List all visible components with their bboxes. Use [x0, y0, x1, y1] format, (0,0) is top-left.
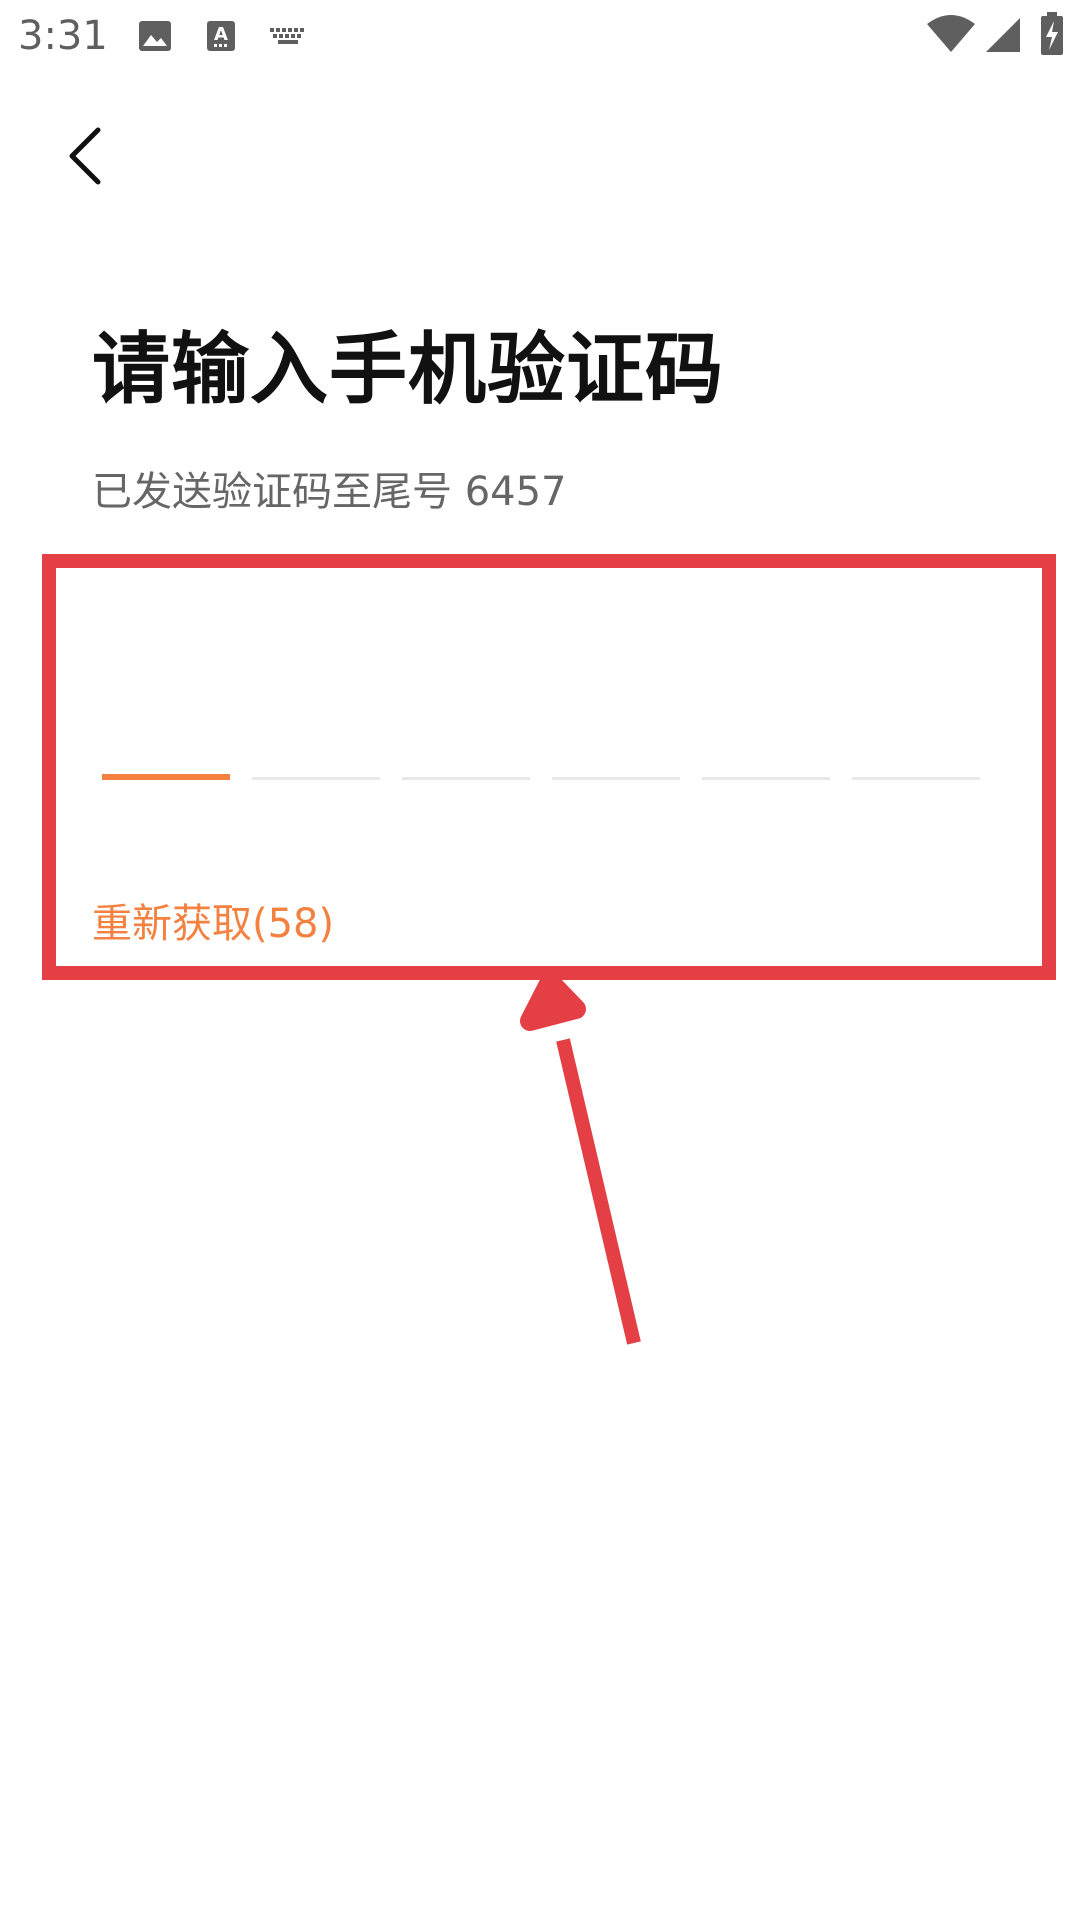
wifi-icon	[926, 14, 976, 58]
resend-code-button[interactable]: 重新获取(58)	[92, 898, 334, 950]
battery-charging-icon	[1040, 12, 1064, 60]
code-digit-underline	[102, 774, 230, 780]
keyboard-icon	[268, 26, 308, 50]
annotation-arrow	[520, 972, 641, 1345]
cell-signal-icon	[986, 16, 1022, 58]
image-icon	[138, 20, 172, 56]
code-digit-underline	[852, 777, 980, 780]
verification-screen: 3:31 A 请输入手机验证码 已发送验证码至尾号 6457 重新获取(58)	[0, 0, 1080, 1920]
code-digit-3[interactable]	[402, 700, 530, 780]
status-time: 3:31	[18, 13, 108, 59]
code-digit-2[interactable]	[252, 700, 380, 780]
page-title: 请输入手机验证码	[92, 325, 725, 415]
code-digit-underline	[252, 777, 380, 780]
code-digit-5[interactable]	[702, 700, 830, 780]
code-digit-1[interactable]	[102, 700, 230, 780]
back-button[interactable]	[50, 112, 130, 192]
code-digit-underline	[552, 777, 680, 780]
status-bar: 3:31 A	[0, 0, 1080, 72]
chevron-left-icon	[50, 127, 130, 196]
verification-code-input[interactable]	[102, 700, 982, 780]
code-digit-4[interactable]	[552, 700, 680, 780]
svg-text:A: A	[214, 24, 228, 45]
code-digit-underline	[402, 777, 530, 780]
text-input-icon: A	[206, 20, 236, 56]
code-digit-6[interactable]	[852, 700, 980, 780]
code-digit-underline	[702, 777, 830, 780]
sent-code-hint: 已发送验证码至尾号 6457	[92, 469, 567, 515]
